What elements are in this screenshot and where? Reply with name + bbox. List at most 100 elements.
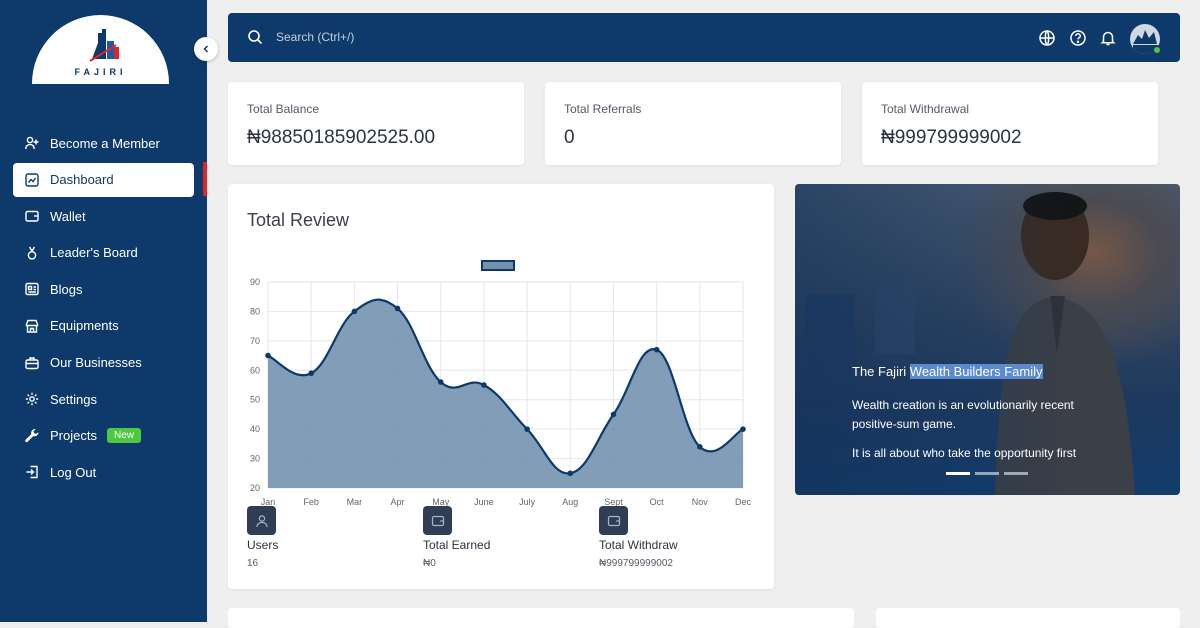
y-tick-label: 40 [250, 424, 260, 434]
medal-icon [24, 245, 40, 261]
data-point [740, 426, 746, 432]
user-icon [247, 506, 276, 535]
sidebar-item-label: Dashboard [50, 172, 114, 188]
x-tick-label: July [519, 497, 536, 507]
stat-label: Total Withdrawal [881, 102, 970, 116]
data-point [481, 382, 487, 388]
x-tick-label: Dec [735, 497, 752, 507]
sidebar-item-our-businesses[interactable]: Our Businesses [13, 346, 194, 380]
sidebar-item-become-member[interactable]: Become a Member [13, 126, 194, 160]
globe-icon[interactable] [1038, 29, 1056, 47]
wallet-icon [599, 506, 628, 535]
carousel-dot[interactable] [1004, 472, 1028, 475]
hero-banner[interactable]: The Fajiri Wealth Builders Family Wealth… [795, 184, 1180, 495]
gear-icon [24, 391, 40, 407]
y-tick-label: 60 [250, 365, 260, 375]
x-tick-label: Apr [391, 497, 405, 507]
summary-total-withdraw: Total Withdraw ₦999799999002 [599, 506, 678, 569]
stat-card-total-balance: Total Balance ₦98850185902525.00 [228, 82, 524, 165]
summary-label: Total Earned [423, 538, 491, 552]
hero-paragraph: Wealth creation is an evolutionarily rec… [852, 398, 1074, 431]
sidebar-item-leaders-board[interactable]: Leader's Board [13, 236, 194, 270]
sidebar-item-label: Blogs [50, 281, 83, 297]
sidebar-item-settings[interactable]: Settings [13, 382, 194, 416]
stat-label: Total Referrals [564, 102, 642, 116]
sidebar-item-dashboard[interactable]: Dashboard [13, 162, 194, 197]
logo-text: FAJIRI [74, 67, 127, 77]
sidebar-item-label: Leader's Board [50, 245, 138, 261]
data-point [308, 370, 314, 377]
review-title: Total Review [247, 210, 350, 230]
stat-value: ₦999799999002 [881, 127, 1022, 148]
hero-title-highlight: Wealth Builders Family [909, 364, 1043, 379]
y-tick-label: 80 [250, 306, 260, 316]
top-navbar [228, 13, 1180, 62]
wallet-icon [423, 506, 452, 535]
stat-value: 0 [564, 127, 575, 148]
stat-value: ₦98850185902525.00 [247, 127, 436, 148]
chart-icon [24, 172, 40, 188]
y-tick-label: 30 [250, 454, 260, 464]
summary-value: ₦999799999002 [599, 558, 673, 569]
chevron-left-icon [203, 45, 209, 53]
x-tick-label: Feb [303, 497, 319, 507]
summary-label: Users [247, 538, 279, 552]
data-point [265, 352, 271, 359]
y-tick-label: 20 [250, 483, 260, 493]
total-review-card: Total Review 20 30 40 50 60 70 80 90 Jan Feb Mar Ap… [228, 184, 774, 589]
search-input[interactable] [276, 25, 576, 49]
collapse-sidebar-button[interactable] [194, 37, 218, 61]
logo[interactable]: FAJIRI [32, 15, 169, 84]
x-tick-label: Nov [692, 497, 709, 507]
summary-value: 16 [247, 558, 259, 569]
summary-total-earned: Total Earned ₦0 [423, 506, 490, 569]
y-tick-label: 90 [250, 277, 260, 287]
help-icon[interactable] [1069, 29, 1087, 47]
logout-icon [24, 464, 40, 480]
sidebar-item-wallet[interactable]: Wallet [13, 199, 194, 233]
sidebar-item-label: Wallet [50, 208, 86, 224]
carousel-dot[interactable] [975, 472, 999, 475]
carousel-dot[interactable] [946, 472, 970, 475]
data-point [610, 411, 617, 418]
y-tick-label: 50 [250, 395, 260, 405]
hero-paragraph: It is all about who take the opportunity… [852, 446, 1077, 460]
bell-icon[interactable] [1099, 29, 1117, 47]
sidebar-item-label: Equipments [50, 318, 119, 334]
sidebar-item-projects[interactable]: Projects New [13, 419, 194, 453]
sidebar-item-label: Become a Member [50, 135, 160, 151]
x-tick-label: Mar [347, 497, 363, 507]
data-point [524, 426, 530, 432]
data-point [394, 305, 401, 312]
review-chart: 2030405060708090Jan Feb Mar Apr May June July A… [250, 277, 752, 507]
sidebar-item-label: Log Out [50, 464, 97, 480]
stat-card-total-referrals: Total Referrals 0 [545, 82, 841, 165]
search-icon[interactable] [247, 29, 263, 45]
sidebar: FAJIRI Become a Member Dashboard Wallet … [0, 0, 207, 622]
hero-title-prefix: The Fajiri [852, 364, 910, 379]
data-point [697, 444, 703, 450]
new-badge: New [106, 428, 141, 444]
wallet-icon [24, 208, 40, 224]
x-tick-label: Aug [562, 497, 578, 507]
data-point [351, 308, 358, 315]
sidebar-item-equipments[interactable]: Equipments [13, 309, 194, 343]
bottom-card [876, 608, 1180, 628]
stat-label: Total Balance [247, 102, 320, 116]
store-icon [24, 318, 40, 334]
online-status-dot [1152, 45, 1162, 55]
stat-card-total-withdrawal: Total Withdrawal ₦999799999002 [862, 82, 1158, 165]
sidebar-item-label: Projects [50, 428, 97, 444]
sidebar-item-logout[interactable]: Log Out [13, 455, 194, 489]
data-point [653, 346, 660, 353]
sidebar-item-label: Our Businesses [50, 355, 142, 371]
bottom-card [228, 608, 854, 628]
briefcase-icon [24, 355, 40, 371]
wrench-icon [24, 428, 40, 444]
sidebar-item-blogs[interactable]: Blogs [13, 272, 194, 306]
user-plus-icon [24, 135, 40, 151]
y-tick-label: 70 [250, 336, 260, 346]
carousel-indicators [946, 472, 1028, 475]
data-point [437, 379, 444, 385]
summary-users: Users 16 [247, 506, 278, 569]
